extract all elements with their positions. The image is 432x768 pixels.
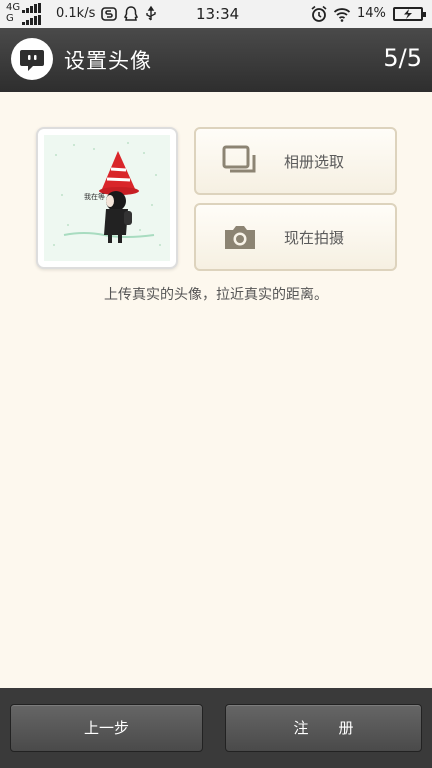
bottom-bar: 上一步 注册 [0,688,432,768]
camera-icon [225,226,255,249]
battery-charging-icon [393,7,426,21]
avatar-preview[interactable]: 我在等 [36,127,178,269]
clock: 13:34 [196,5,240,23]
usb-icon [146,5,156,21]
network-speed: 0.1k/s [56,6,96,21]
status-bar: 4G G 0.1k/s 13:34 14% [0,0,432,28]
register-button[interactable]: 注册 [225,704,422,752]
choose-from-album-button[interactable]: 相册选取 [194,127,397,195]
title-bar: 设置头像 5/5 [0,28,432,92]
avatar-image: 我在等 [44,135,170,261]
chat-bubble-icon [11,38,53,80]
network-type-bottom: G [6,13,14,24]
page-title: 设置头像 [64,49,152,73]
network-type-top: 4G [6,2,21,13]
alarm-icon [311,5,327,22]
battery-percent: 14% [357,6,386,21]
wifi-icon [333,8,351,22]
signal-icon: 4G G [4,2,50,26]
step-indicator: 5/5 [383,44,422,72]
qq-icon [123,6,139,21]
photo-stack-icon [222,145,256,173]
app-s-icon [101,7,117,21]
avatar-caption: 我在等 [84,192,105,201]
camera-label: 现在拍摄 [284,229,345,247]
take-photo-button[interactable]: 现在拍摄 [194,203,397,271]
album-label: 相册选取 [284,153,345,171]
avatar-tip: 上传真实的头像，拉近真实的距离。 [104,287,328,303]
previous-step-button[interactable]: 上一步 [10,704,203,752]
